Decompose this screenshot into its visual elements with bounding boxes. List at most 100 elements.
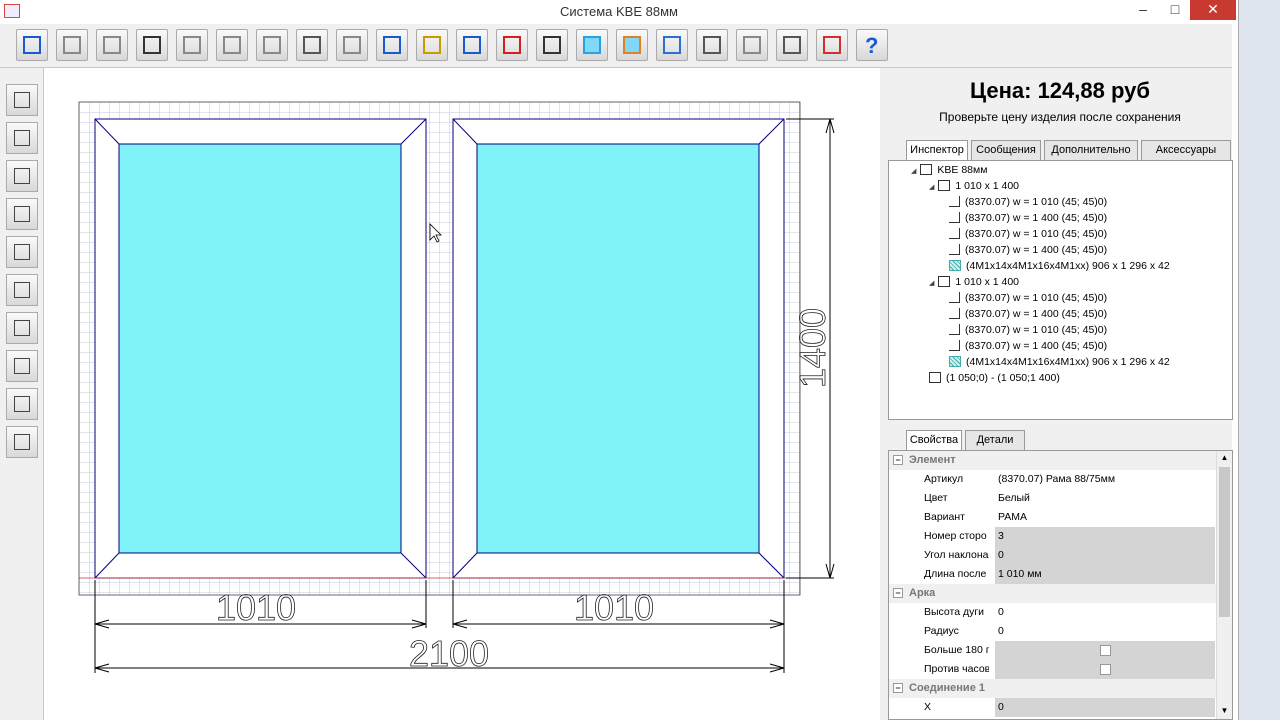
profile-icon — [949, 340, 960, 351]
add-impost-horizontal-button[interactable] — [56, 29, 88, 61]
calculator-button[interactable] — [416, 29, 448, 61]
insert-icon — [14, 358, 30, 374]
tab-inspector[interactable]: Инспектор — [906, 140, 968, 161]
tree-node-label: 1 010 x 1 400 — [955, 180, 1020, 192]
tree-node[interactable]: (8370.07) w = 1 400 (45; 45)0) — [949, 306, 1107, 322]
glass-frame-icon — [623, 36, 641, 54]
more-180-checkbox[interactable] — [1100, 645, 1111, 656]
collapse-icon[interactable]: − — [893, 455, 903, 465]
delete-button[interactable] — [496, 29, 528, 61]
profile-icon — [949, 244, 960, 255]
tree-node[interactable]: (8370.07) w = 1 010 (45; 45)0) — [949, 194, 1107, 210]
expand-icon[interactable]: ◢ — [929, 184, 934, 191]
add-panel-button[interactable] — [736, 29, 768, 61]
tree-node[interactable]: (8370.07) w = 1 010 (45; 45)0) — [949, 290, 1107, 306]
close-button[interactable]: ✕ — [1190, 0, 1236, 20]
corner-tool[interactable] — [6, 274, 38, 306]
minimize-button[interactable]: – — [1128, 0, 1158, 20]
label-button[interactable] — [536, 29, 568, 61]
delete-element-tool[interactable] — [6, 122, 38, 154]
prop-color[interactable]: Цвет Белый — [889, 489, 1219, 508]
scroll-up-icon[interactable]: ▲ — [1219, 453, 1230, 464]
split-vertical-button[interactable] — [216, 29, 248, 61]
arc-tool[interactable] — [6, 312, 38, 344]
tab-messages[interactable]: Сообщения — [971, 140, 1041, 160]
prop-artikul[interactable]: Артикул (8370.07) Рама 88/75мм — [889, 470, 1219, 489]
prop-angle[interactable]: Угол наклона 0 — [889, 546, 1219, 565]
collapse-icon[interactable]: − — [893, 683, 903, 693]
category-arc[interactable]: − Арка — [889, 584, 1219, 603]
ccw-checkbox[interactable] — [1100, 664, 1111, 675]
property-scrollbar[interactable]: ▲ ▼ — [1216, 451, 1232, 719]
split-horizontal-button[interactable] — [176, 29, 208, 61]
marker-button[interactable] — [816, 29, 848, 61]
expand-icon[interactable]: ◢ — [911, 168, 916, 175]
ruler-button[interactable] — [696, 29, 728, 61]
scroll-thumb[interactable] — [1219, 467, 1230, 617]
profile-icon — [949, 324, 960, 335]
tree-node[interactable]: (8370.07) w = 1 400 (45; 45)0) — [949, 210, 1107, 226]
category-connection[interactable]: − Соединение 1 — [889, 679, 1219, 698]
connector-horizontal-tool[interactable] — [6, 388, 38, 420]
structure-tree[interactable]: ◢ KBE 88мм ◢ 1 010 x 1 400 (8370.07) w = 1 0… — [888, 160, 1233, 420]
tab-details[interactable]: Детали — [965, 430, 1025, 450]
glass-frame-button[interactable] — [616, 29, 648, 61]
prop-counterclockwise[interactable]: Против часов — [889, 660, 1219, 679]
prop-side-number[interactable]: Номер сторо 3 — [889, 527, 1219, 546]
tree-node[interactable]: ◢ 1 010 x 1 400 — [929, 274, 1019, 290]
collapse-icon[interactable]: − — [893, 588, 903, 598]
tree-node[interactable]: (8370.07) w = 1 400 (45; 45)0) — [949, 338, 1107, 354]
diagonal-tool[interactable] — [6, 198, 38, 230]
add-impost-vertical-button[interactable] — [96, 29, 128, 61]
expand-icon[interactable]: ◢ — [929, 280, 934, 287]
sash-pair-button[interactable] — [336, 29, 368, 61]
grid-icon — [143, 36, 161, 54]
save-button[interactable] — [16, 29, 48, 61]
insert-tool[interactable] — [6, 350, 38, 382]
glass-button[interactable] — [576, 29, 608, 61]
sash-blue-button[interactable] — [656, 29, 688, 61]
prop-more-180[interactable]: Больше 180 г — [889, 641, 1219, 660]
tree-node[interactable]: (4M1x14x4M1x16x4M1xx) 906 x 1 296 x 42 — [949, 258, 1170, 274]
tree-node[interactable]: (8370.07) w = 1 010 (45; 45)0) — [949, 322, 1107, 338]
tree-node[interactable]: (8370.07) w = 1 010 (45; 45)0) — [949, 226, 1107, 242]
add-sash-button[interactable] — [256, 29, 288, 61]
help-icon: ? — [865, 33, 879, 58]
add-element-tool[interactable] — [6, 84, 38, 116]
prop-variant[interactable]: Вариант РАМА — [889, 508, 1219, 527]
prop-radius[interactable]: Радиус 0 — [889, 622, 1219, 641]
add-panel-icon — [743, 36, 761, 54]
dim-right-label: 1010 — [574, 587, 654, 628]
drawing-canvas[interactable]: 1010 1010 2100 1400 — [44, 68, 880, 720]
tree-node[interactable]: ◢ KBE 88мм — [911, 162, 987, 178]
tree-node[interactable]: (4M1x14x4M1x16x4M1xx) 906 x 1 296 x 42 — [949, 354, 1170, 370]
tree-node[interactable]: ◢ 1 010 x 1 400 — [929, 178, 1019, 194]
grid-button[interactable] — [136, 29, 168, 61]
help-button[interactable]: ? — [856, 29, 888, 61]
info-button[interactable] — [296, 29, 328, 61]
tab-additional[interactable]: Дополнительно — [1044, 140, 1138, 160]
tab-accessories[interactable]: Аксессуары — [1141, 140, 1231, 160]
glass-icon — [949, 356, 961, 367]
frame-3d-icon — [463, 36, 481, 54]
edit-icon — [14, 168, 30, 184]
sash-right[interactable] — [452, 118, 785, 579]
category-element[interactable]: − Элемент — [889, 451, 1219, 470]
tree-node[interactable]: (1 050;0) - (1 050;1 400) — [929, 370, 1060, 386]
maximize-button[interactable]: □ — [1160, 0, 1190, 20]
prop-length[interactable]: Длина после 1 010 мм — [889, 565, 1219, 584]
tab-properties[interactable]: Свойства — [906, 430, 962, 451]
edit-tool[interactable] — [6, 160, 38, 192]
prop-arc-height[interactable]: Высота дуги 0 — [889, 603, 1219, 622]
split-horizontal-icon — [183, 36, 201, 54]
remove-tool[interactable] — [6, 236, 38, 268]
sash-left[interactable] — [94, 118, 427, 579]
frame-3d-button[interactable] — [456, 29, 488, 61]
scroll-down-icon[interactable]: ▼ — [1219, 706, 1230, 717]
window-drawing: 1010 1010 2100 1400 — [78, 101, 835, 674]
add-mullion-button[interactable] — [776, 29, 808, 61]
connector-double-tool[interactable] — [6, 426, 38, 458]
tree-node[interactable]: (8370.07) w = 1 400 (45; 45)0) — [949, 242, 1107, 258]
undo-button[interactable] — [376, 29, 408, 61]
prop-x[interactable]: X0 — [889, 698, 1219, 717]
